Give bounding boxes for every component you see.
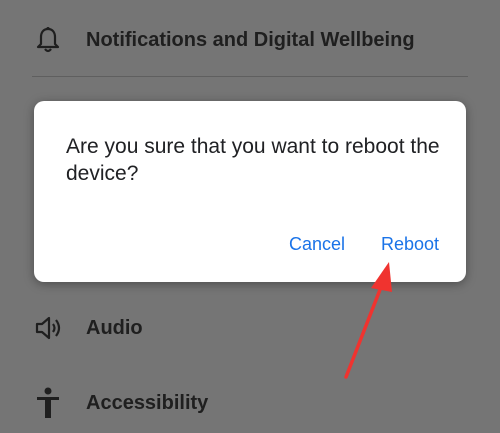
bell-icon [30,22,66,58]
settings-item-notifications[interactable]: Notifications and Digital Wellbeing [0,10,500,70]
reboot-confirm-dialog: Are you sure that you want to reboot the… [34,101,466,282]
speaker-icon [30,310,66,346]
accessibility-icon [30,385,66,421]
settings-item-audio[interactable]: Audio [0,298,500,358]
cancel-button[interactable]: Cancel [289,234,345,255]
dialog-message: Are you sure that you want to reboot the… [66,135,440,185]
settings-item-label: Accessibility [86,391,209,414]
settings-item-label: Audio [86,316,143,339]
settings-item-label: Notifications and Digital Wellbeing [86,28,415,51]
settings-item-accessibility[interactable]: Accessibility [0,373,500,433]
divider [32,76,468,77]
reboot-button[interactable]: Reboot [381,234,439,255]
